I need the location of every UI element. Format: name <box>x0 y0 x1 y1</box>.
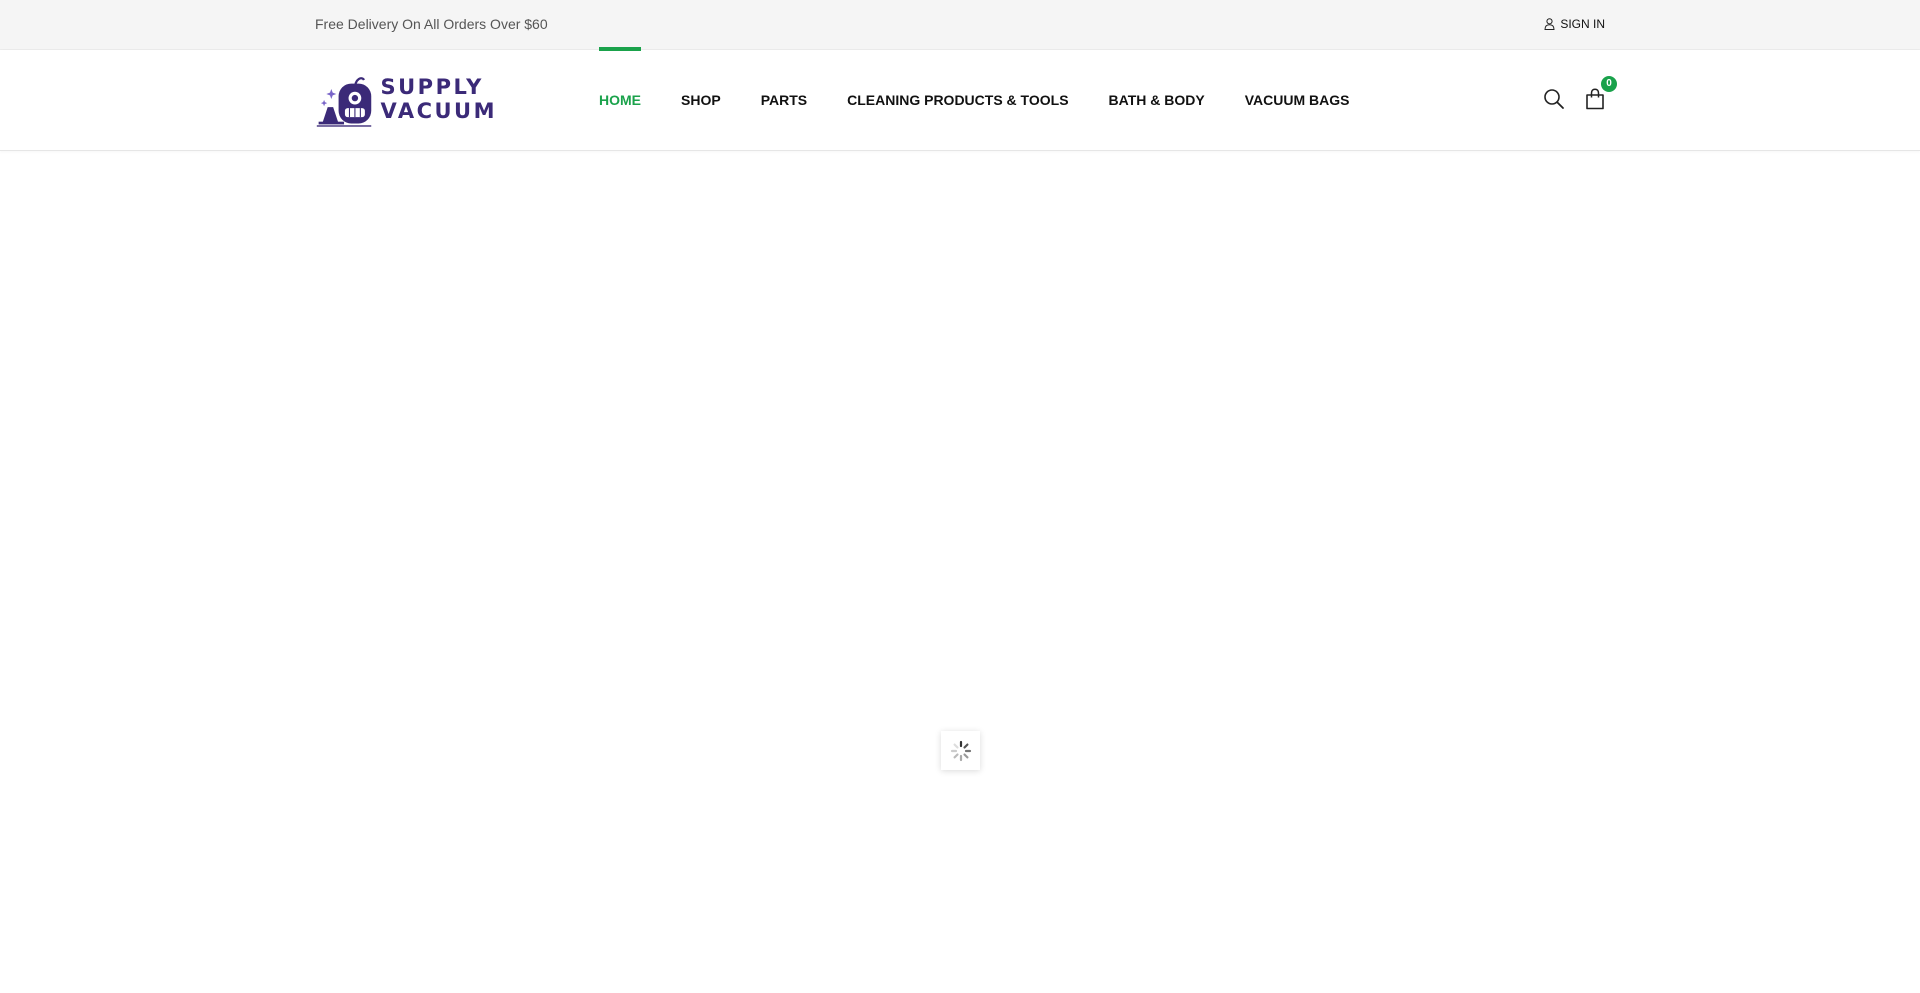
nav-item-shop[interactable]: SHOP <box>681 50 721 150</box>
vacuum-logo-icon <box>316 77 372 127</box>
nav-item-home[interactable]: HOME <box>599 47 641 150</box>
sign-in-label: SIGN IN <box>1560 17 1605 31</box>
nav-item-parts[interactable]: PARTS <box>761 50 807 150</box>
free-delivery-promo: Free Delivery On All Orders Over $60 <box>315 16 548 32</box>
main-header: SUPPLY VACUUM HOME SHOP PARTS CLEANING P… <box>0 47 1920 151</box>
shopping-bag-icon <box>1586 88 1604 110</box>
logo-word-supply: SUPPLY <box>380 75 484 99</box>
header-actions: 0 <box>1543 76 1617 115</box>
logo-word-vacuum: VACUUM <box>380 99 497 123</box>
spinner-icon <box>950 740 971 761</box>
supply-vacuum-logo[interactable]: SUPPLY VACUUM <box>315 68 497 130</box>
user-icon <box>1544 18 1555 30</box>
search-button[interactable] <box>1543 88 1565 115</box>
main-navigation: HOME SHOP PARTS CLEANING PRODUCTS & TOOL… <box>599 47 1389 150</box>
cart-button[interactable]: 0 <box>1585 76 1617 115</box>
top-bar: Free Delivery On All Orders Over $60 SIG… <box>0 0 1920 50</box>
nav-item-bath-body[interactable]: BATH & BODY <box>1109 50 1205 150</box>
nav-item-vacuum-bags[interactable]: VACUUM BAGS <box>1245 50 1350 150</box>
cart-count-badge: 0 <box>1601 76 1617 92</box>
logo-text: SUPPLY VACUUM <box>381 75 498 123</box>
nav-item-cleaning-products-tools[interactable]: CLEANING PRODUCTS & TOOLS <box>847 50 1068 150</box>
sign-in-link[interactable]: SIGN IN <box>1544 17 1605 31</box>
page-loader <box>941 731 980 770</box>
search-icon <box>1544 89 1564 109</box>
